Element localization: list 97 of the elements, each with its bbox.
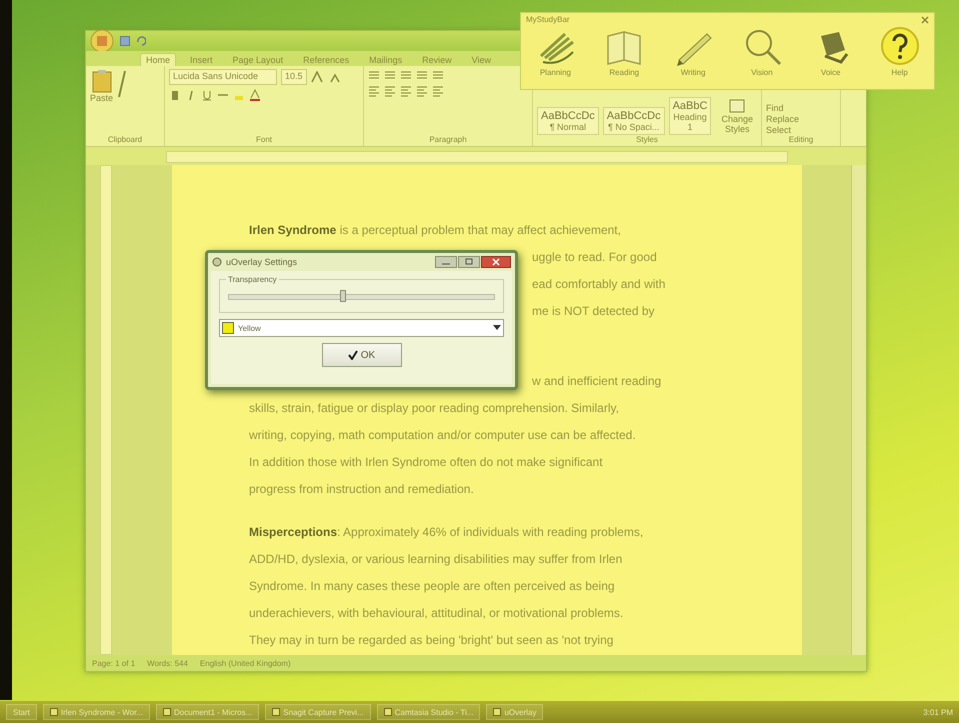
status-text: Words: 544 [147,658,188,668]
style-name: Heading 1 [672,112,708,132]
font-size-field[interactable]: 10.5 [281,69,307,85]
group-label: Clipboard [106,135,144,146]
ribbon-tab[interactable]: Mailings [363,53,408,66]
taskbar-button[interactable]: Irlen Syndrome - Wor... [42,704,150,720]
styles-icon [728,98,746,114]
help-icon [880,26,920,68]
taskbar-button[interactable]: uOverlay [486,704,544,720]
justify-icon[interactable] [416,85,428,97]
clock-text: 3:01 PM [923,708,953,716]
toolbar-button[interactable]: Vision [742,26,782,89]
toolbar-button[interactable]: Reading [604,26,644,89]
color-dropdown[interactable]: Yellow [219,319,504,337]
clipboard-icon [92,69,112,93]
shrink-font-icon[interactable] [328,71,341,83]
align-center-icon[interactable] [384,85,396,97]
group-label: Transparency [227,275,278,284]
style-sample: AaBbCcDc [541,110,595,122]
group-label: Paragraph [428,135,468,146]
window-icon [272,708,280,716]
document-text-line: Misperceptions: Approximately 46% of individuals with reading problems, [249,525,644,539]
checkmark-icon [348,350,358,360]
numbering-icon[interactable] [384,69,396,81]
taskbar-button[interactable]: Camtasia Studio - Ti... [376,704,480,720]
status-text: Page: 1 of 1 [92,658,136,668]
document-text-line: skills, strain, fatigue or display poor reading comprehension. Similarly, [249,401,619,415]
toolbar-button[interactable]: Planning [535,26,576,89]
document-text-line: progress from instruction and remediation. [249,482,474,496]
close-icon[interactable] [481,256,511,268]
taskbar-button[interactable]: Document1 - Micros... [156,704,260,720]
save-icon[interactable] [120,36,130,46]
ribbon-tab[interactable]: Page Layout [226,53,290,66]
group-label: Font [254,135,273,146]
document-text-line: ADD/HD, dyslexia, or various learning disabilities may suffer from Irlen [249,552,622,566]
window-icon [163,708,172,716]
document-text-line: underachievers, with behavioural, attitudinal, or motivational problems. [249,606,624,620]
bullets-icon[interactable] [368,69,380,81]
document-text-line: writing, copying, math computation and/or computer use can be affected. [249,428,636,442]
underline-icon[interactable] [201,89,213,101]
ribbon-tab[interactable]: Review [416,53,458,66]
scrollbar[interactable] [851,165,866,655]
paste-button[interactable]: Paste [90,69,114,135]
group-label: Editing [788,135,814,146]
caret-icon [493,325,501,331]
maximize-icon[interactable] [458,256,480,268]
ribbon-tab[interactable]: References [297,53,356,66]
style-gallery-item[interactable]: AaBbCcDc ¶ No Spaci... [602,107,665,135]
window-icon [493,708,502,716]
style-sample: AaBbCcDc [606,110,661,122]
group-label: Styles [635,135,659,146]
minimize-icon[interactable] [435,256,457,268]
undo-icon[interactable] [136,36,146,46]
document-text-line: uggle to read. For good [532,250,657,264]
status-text: English (United Kingdom) [200,658,291,668]
editing-button[interactable]: Select [766,125,836,135]
document-text-line: In addition those with Irlen Syndrome often do not make significant [249,455,603,469]
document-text-line: Syndrome. In many cases these people are often perceived as being [249,579,615,593]
style-gallery-item[interactable]: AaBbC Heading 1 [668,97,712,135]
style-gallery-item[interactable]: AaBbCcDc ¶ Normal [537,107,599,135]
sort-icon[interactable] [416,69,428,81]
slider-thumb[interactable] [340,290,346,302]
indent-icon[interactable] [400,69,412,81]
taskbar-button[interactable]: Snagit Capture Previ... [265,704,371,720]
align-left-icon[interactable] [368,85,380,97]
document-text-line: They may in turn be regarded as being 'bright' but seen as 'not trying [249,633,614,647]
grow-font-icon[interactable] [310,71,325,83]
window-icon [50,708,58,716]
ribbon-tab[interactable]: View [466,53,497,66]
toolbar-button[interactable]: Writing [673,26,714,89]
ribbon-tab[interactable]: Home [140,53,176,66]
bold-icon[interactable] [169,89,181,101]
document-text-line: w and inefficient reading [532,374,662,388]
editing-button[interactable]: Replace [766,114,836,124]
align-right-icon[interactable] [400,85,412,97]
editing-button[interactable]: Find [766,103,836,113]
font-name-field[interactable]: Lucida Sans Unicode [169,69,277,85]
window-icon [384,708,392,716]
shading-icon[interactable] [432,85,444,97]
toolbar-button[interactable]: Voice [810,26,851,89]
ok-button[interactable]: OK [322,343,402,367]
font-color-icon[interactable] [249,89,261,101]
toolbar-title: MyStudyBar [526,15,570,24]
dialog-title: uOverlay Settings [226,257,298,267]
app-icon [212,257,222,267]
style-name: ¶ Normal [550,122,586,132]
document-text-line: Irlen Syndrome is a perceptual problem that may affect achievement, [249,223,621,237]
style-sample: AaBbC [672,100,708,112]
style-name: ¶ No Spaci... [608,122,660,132]
toolbar-button[interactable]: Help [880,26,920,89]
start-button[interactable]: Start [6,704,37,720]
ribbon-tab[interactable]: Insert [184,53,219,66]
document-text-line: ead comfortably and with [532,277,666,291]
change-styles-button[interactable]: Change Styles [715,97,759,135]
dropdown-value: Yellow [238,324,261,332]
document-text-line: me is NOT detected by [532,304,654,318]
pilcrow-icon[interactable] [432,69,444,81]
